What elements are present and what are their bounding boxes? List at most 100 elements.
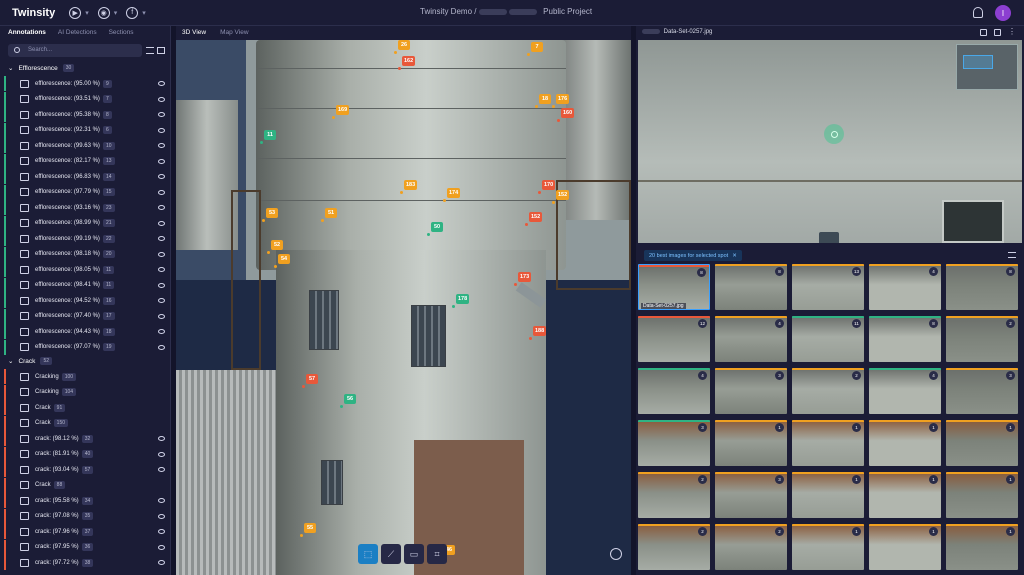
best-images-chip[interactable]: 20 best images for selected spot ✕ — [644, 250, 742, 261]
annotation-marker[interactable]: 51 — [321, 208, 337, 222]
eye-icon[interactable] — [158, 174, 165, 180]
eye-icon[interactable] — [158, 205, 165, 211]
eye-icon[interactable] — [158, 127, 165, 133]
image-thumbnail[interactable]: 1 — [792, 524, 864, 570]
breadcrumb-project[interactable]: Twinsity Demo / — [420, 7, 479, 16]
annotation-marker[interactable]: 55 — [300, 523, 316, 537]
image-thumbnail[interactable]: 2 — [715, 524, 787, 570]
avatar[interactable]: I — [995, 5, 1011, 21]
image-thumbnail[interactable]: 1 — [869, 524, 941, 570]
focus-point-marker[interactable] — [824, 124, 844, 144]
eye-icon[interactable] — [158, 267, 165, 273]
crop-tool-button[interactable]: ⌗ — [427, 544, 447, 564]
layers-icon[interactable] — [157, 47, 165, 54]
list-item[interactable]: efflorescence: (94.52 %) 16 — [0, 293, 170, 309]
image-thumbnail[interactable]: 1 — [946, 472, 1018, 518]
list-item[interactable]: efflorescence: (98.41 %) 11 — [0, 277, 170, 294]
eye-icon[interactable] — [158, 344, 165, 350]
annotation-marker[interactable]: 169 — [331, 105, 350, 119]
annotation-marker[interactable]: 162 — [397, 56, 416, 70]
comment-tool-button[interactable]: ▭ — [404, 544, 424, 564]
image-thumbnail[interactable]: 1 — [792, 472, 864, 518]
list-item[interactable]: efflorescence: (97.40 %) 17 — [0, 308, 170, 325]
list-item[interactable]: crack: (81.91 %) 40 — [0, 446, 170, 463]
eye-icon[interactable] — [158, 298, 165, 304]
app-logo[interactable]: Twinsity — [12, 7, 55, 19]
annotation-marker[interactable]: 52 — [267, 240, 283, 254]
list-item[interactable]: efflorescence: (93.51 %) 7 — [0, 91, 170, 108]
list-item[interactable]: crack: (95.58 %) 34 — [0, 493, 170, 509]
annotation-marker[interactable]: 188 — [528, 326, 547, 340]
image-thumbnail[interactable]: 2 — [638, 472, 710, 518]
filter-icon[interactable] — [146, 47, 154, 54]
crop-button[interactable] — [819, 232, 839, 243]
annotation-marker[interactable]: 174 — [442, 188, 461, 202]
eye-icon[interactable] — [158, 451, 165, 457]
selected-photo[interactable] — [638, 40, 1022, 243]
annotation-marker[interactable]: 183 — [399, 180, 418, 194]
list-item[interactable]: efflorescence: (99.19 %) 22 — [0, 231, 170, 247]
annotation-marker[interactable]: 173 — [513, 272, 532, 286]
compass-icon[interactable] — [610, 548, 622, 560]
list-item[interactable]: efflorescence: (99.63 %) 10 — [0, 138, 170, 154]
image-thumbnail[interactable]: 3 — [946, 368, 1018, 414]
bell-icon[interactable] — [973, 7, 983, 18]
eye-icon[interactable] — [158, 158, 165, 164]
eye-icon[interactable] — [158, 560, 165, 566]
eye-icon[interactable] — [158, 112, 165, 118]
image-thumbnail[interactable]: 11 — [792, 316, 864, 362]
annotation-marker[interactable]: 178 — [451, 294, 470, 308]
more-icon[interactable]: ⋮ — [1008, 28, 1016, 36]
image-thumbnail[interactable]: 4 — [638, 368, 710, 414]
eye-icon[interactable] — [158, 220, 165, 226]
image-thumbnail[interactable]: 1 — [792, 420, 864, 466]
image-thumbnail[interactable]: 1 — [946, 524, 1018, 570]
image-thumbnail[interactable]: 2 — [792, 368, 864, 414]
eye-icon[interactable] — [158, 436, 165, 442]
eye-icon[interactable] — [158, 236, 165, 242]
eye-icon[interactable] — [158, 313, 165, 319]
list-item[interactable]: efflorescence: (98.99 %) 21 — [0, 215, 170, 232]
eye-icon[interactable] — [158, 189, 165, 195]
list-item[interactable]: crack: (97.08 %) 35 — [0, 508, 170, 525]
annotation-marker[interactable]: 152 — [524, 212, 543, 226]
chevron-down-icon[interactable]: ⌄ — [8, 357, 13, 365]
image-thumbnail[interactable]: 8 Data-Set-0257.jpg — [638, 264, 710, 310]
list-item[interactable]: efflorescence: (82.17 %) 13 — [0, 153, 170, 170]
eye-icon[interactable] — [158, 529, 165, 535]
annotation-marker[interactable]: 53 — [262, 208, 278, 222]
annotation-marker[interactable]: 160 — [556, 108, 575, 122]
annotation-marker[interactable]: 11 — [260, 130, 276, 144]
group-header[interactable]: ⌄ Crack 52 — [8, 357, 52, 365]
annotation-marker[interactable]: 152 — [551, 190, 570, 204]
list-item[interactable]: crack: (93.04 %) 57 — [0, 462, 170, 478]
eye-icon[interactable] — [158, 96, 165, 102]
tab-sections[interactable]: Sections — [109, 29, 134, 37]
eye-icon[interactable] — [158, 498, 165, 504]
list-item[interactable]: Crack 91 — [0, 400, 170, 416]
select-tool-button[interactable]: ⬚ — [358, 544, 378, 564]
list-item[interactable]: crack: (97.95 %) 36 — [0, 539, 170, 556]
list-item[interactable]: efflorescence: (98.18 %) 20 — [0, 246, 170, 263]
image-thumbnail[interactable]: 3 — [638, 420, 710, 466]
chevron-down-icon[interactable]: ▾ — [114, 9, 118, 17]
play-icon[interactable]: ▶ — [69, 6, 82, 19]
list-item[interactable]: Crack 88 — [0, 477, 170, 494]
image-thumbnail[interactable]: 1 — [946, 420, 1018, 466]
image-thumbnail[interactable]: 12 — [638, 316, 710, 362]
list-item[interactable]: Crack 150 — [0, 415, 170, 432]
list-item[interactable]: efflorescence: (95.00 %) 9 — [0, 76, 170, 92]
image-thumbnail[interactable]: 2 — [638, 524, 710, 570]
image-thumbnail[interactable]: 1 — [869, 472, 941, 518]
expand-icon[interactable] — [980, 29, 987, 36]
tab-ai-detections[interactable]: AI Detections — [58, 29, 97, 37]
copy-icon[interactable] — [994, 29, 1001, 36]
list-item[interactable]: efflorescence: (93.16 %) 23 — [0, 200, 170, 216]
image-thumbnail[interactable]: 3 — [715, 368, 787, 414]
chevron-down-icon[interactable]: ⌄ — [8, 64, 13, 72]
image-thumbnail[interactable]: 8 — [869, 316, 941, 362]
image-thumbnail[interactable]: 8 — [715, 264, 787, 310]
eye-icon[interactable] — [158, 282, 165, 288]
list-item[interactable]: crack: (98.12 %) 32 — [0, 431, 170, 447]
eye-icon[interactable] — [158, 81, 165, 87]
